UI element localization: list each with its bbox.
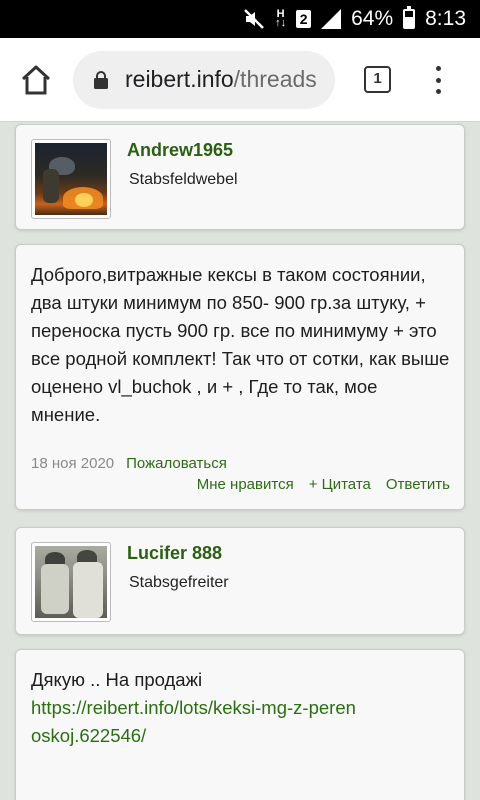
like-button[interactable]: Мне нравится [197, 476, 294, 493]
message-date[interactable]: 18 ноя 2020 [31, 455, 114, 472]
username[interactable]: Lucifer 888 [127, 543, 222, 564]
username[interactable]: Andrew1965 [127, 140, 233, 161]
clock: 8:13 [425, 7, 466, 30]
sim-slot-badge: 2 [296, 10, 312, 28]
reply-button[interactable]: Ответить [386, 476, 450, 493]
message-card: Дякую .. На продажі https://reibert.info… [15, 649, 465, 800]
url-domain: reibert.info [125, 66, 234, 92]
network-type-indicator: H ↑↓ [275, 8, 287, 29]
url-path: /threads [233, 66, 317, 92]
signal-icon [321, 9, 342, 29]
battery-percent: 64% [351, 7, 394, 30]
user-card: Andrew1965 Stabsfeldwebel [15, 124, 465, 230]
tab-switcher-button[interactable]: 1 [364, 66, 391, 93]
avatar[interactable] [31, 542, 111, 622]
thread-content: Andrew1965 Stabsfeldwebel Доброго,витраж… [0, 122, 480, 800]
message-card: Доброго,витражные кексы в таком состояни… [15, 244, 465, 510]
mute-icon [244, 9, 264, 29]
user-rank: Stabsfeldwebel [129, 171, 238, 188]
user-card: Lucifer 888 Stabsgefreiter [15, 527, 465, 635]
status-bar: H ↑↓ 2 64% 8:13 [0, 0, 480, 38]
overflow-menu-icon[interactable] [432, 66, 444, 94]
message-text: Доброго,витражные кексы в таком состояни… [31, 264, 450, 425]
message-text: Дякую .. На продажі https://reibert.info… [31, 666, 451, 750]
status-icons: H ↑↓ 2 64% 8:13 [243, 0, 466, 38]
address-bar[interactable]: reibert.info/threads [73, 51, 335, 109]
lock-icon [94, 71, 108, 89]
report-link[interactable]: Пожаловаться [126, 455, 227, 472]
avatar[interactable] [31, 139, 111, 219]
url-text: reibert.info/threads [125, 66, 317, 93]
browser-toolbar: reibert.info/threads 1 [0, 38, 480, 122]
message-meta: 18 ноя 2020 Пожаловаться [31, 455, 227, 472]
message-actions: Мне нравится + Цитата Ответить [197, 476, 450, 493]
quote-button[interactable]: + Цитата [309, 476, 371, 493]
user-rank: Stabsgefreiter [129, 574, 229, 591]
listing-link[interactable]: https://reibert.info/lots/keksi-mg-z-per… [31, 694, 361, 750]
battery-icon [403, 6, 416, 29]
message-text-line: Дякую .. На продажі [31, 669, 203, 690]
home-icon[interactable] [18, 62, 54, 98]
